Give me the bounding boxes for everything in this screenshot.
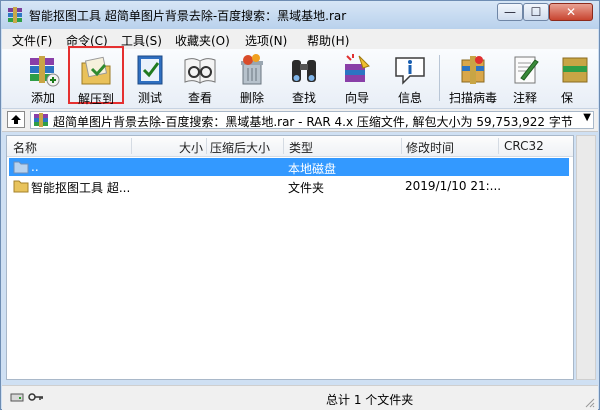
binoculars-icon [292,60,316,82]
view-book-icon [184,58,216,84]
virus-scan-icon [461,56,485,84]
maximize-icon: ☐ [530,5,542,19]
wizard-button[interactable]: 向导 [331,50,383,106]
add-button[interactable]: 添加 [17,50,69,106]
test-label: 测试 [137,91,162,105]
extract-to-label: 解压到 [77,92,114,106]
close-button[interactable]: ✕ [549,3,593,21]
minimize-icon: — [504,5,516,19]
row-type: 本地磁盘 [288,162,337,176]
col-type[interactable]: 类型 [289,139,313,156]
info-icon [395,57,425,85]
status-icons [10,391,44,403]
col-size[interactable]: 大小 [179,139,203,156]
winrar-app-icon [8,7,22,23]
column-divider[interactable] [401,138,402,154]
extract-to-button[interactable]: 解压到 [68,46,124,106]
key-icon[interactable] [28,391,44,403]
archive-path-text: 超简单图片背景去除-百度搜索：黑域基地.rar - RAR 4.x 压缩文件, … [53,115,573,129]
comment-button[interactable]: 注释 [499,50,551,106]
test-button[interactable]: 测试 [124,50,176,106]
info-button[interactable]: 信息 [384,50,436,106]
test-icon [137,55,163,85]
comment-icon [514,56,539,84]
title-bar: 智能抠图工具 超简单图片背景去除-百度搜索：黑域基地.rar — ☐ ✕ [1,1,599,29]
menu-favorites[interactable]: 收藏夹(O) [175,32,230,49]
window-title: 智能抠图工具 超简单图片背景去除-百度搜索：黑域基地.rar [29,9,347,23]
column-divider[interactable] [206,138,207,154]
delete-button[interactable]: 删除 [226,50,278,106]
chevron-down-icon[interactable]: ▼ [583,112,591,123]
file-list: 名称 大小 压缩后大小 类型 修改时间 CRC32 .. 本地磁盘 智能抠图工具… [6,135,574,380]
close-icon: ✕ [565,5,577,19]
maximize-button[interactable]: ☐ [523,3,549,21]
drive-folder-icon [13,161,29,174]
drive-icon[interactable] [10,391,24,403]
vertical-scrollbar[interactable] [576,135,596,380]
table-row[interactable]: 智能抠图工具 超... 文件夹 2019/1/10 21:... [9,177,569,195]
up-arrow-icon [11,115,21,124]
add-archive-icon [30,56,60,87]
column-divider[interactable] [131,138,132,154]
find-label: 查找 [291,91,316,105]
toolbar: 添加 解压到 测试 查看 删除 查找 向导 信息 扫描病毒 注释 保 [2,46,598,109]
delete-label: 删除 [239,91,264,105]
col-name[interactable]: 名称 [13,139,37,156]
address-bar: 超简单图片背景去除-百度搜索：黑域基地.rar - RAR 4.x 压缩文件, … [2,109,598,132]
row-modified: 2019/1/10 21:... [405,179,502,193]
delete-icon [241,54,263,85]
column-divider[interactable] [283,138,284,154]
row-name: 智能抠图工具 超... [31,181,131,195]
row-name: .. [31,160,39,174]
list-header: 名称 大小 压缩后大小 类型 修改时间 CRC32 [7,136,573,157]
protect-button[interactable]: 保 [551,50,597,106]
rar-archive-icon [34,113,48,127]
comment-label: 注释 [512,91,537,105]
winrar-window: 智能抠图工具 超简单图片背景去除-百度搜索：黑域基地.rar — ☐ ✕ 文件(… [0,0,600,410]
status-bar: 总计 1 个文件夹 [2,385,598,410]
archive-path-field[interactable]: 超简单图片背景去除-百度搜索：黑域基地.rar - RAR 4.x 压缩文件, … [30,111,594,129]
row-type: 文件夹 [288,181,325,195]
view-label: 查看 [187,91,212,105]
extract-folder-icon [81,56,111,85]
toolbar-separator [439,55,440,101]
menu-file[interactable]: 文件(F) [12,32,52,49]
scan-virus-button[interactable]: 扫描病毒 [444,50,502,106]
col-packed-size[interactable]: 压缩后大小 [210,139,270,156]
col-modified[interactable]: 修改时间 [406,139,454,156]
wizard-icon [345,54,370,82]
add-label: 添加 [30,91,55,105]
scan-virus-label: 扫描病毒 [448,91,497,105]
protect-label: 保 [561,91,574,105]
table-row[interactable]: .. 本地磁盘 [9,158,569,176]
view-button[interactable]: 查看 [174,50,226,106]
column-divider[interactable] [498,138,499,154]
info-label: 信息 [397,91,422,105]
resize-grip-icon[interactable] [583,396,595,408]
wizard-label: 向导 [344,91,369,105]
minimize-button[interactable]: — [497,3,523,21]
menu-tools[interactable]: 工具(S) [121,32,162,49]
folder-icon [13,180,29,193]
col-crc32[interactable]: CRC32 [504,139,544,153]
status-summary: 总计 1 个文件夹 [326,393,414,407]
up-folder-button[interactable] [7,111,25,128]
protect-icon [562,57,588,83]
menu-options[interactable]: 选项(N) [245,32,287,49]
menu-help[interactable]: 帮助(H) [307,32,349,49]
find-button[interactable]: 查找 [278,50,330,106]
